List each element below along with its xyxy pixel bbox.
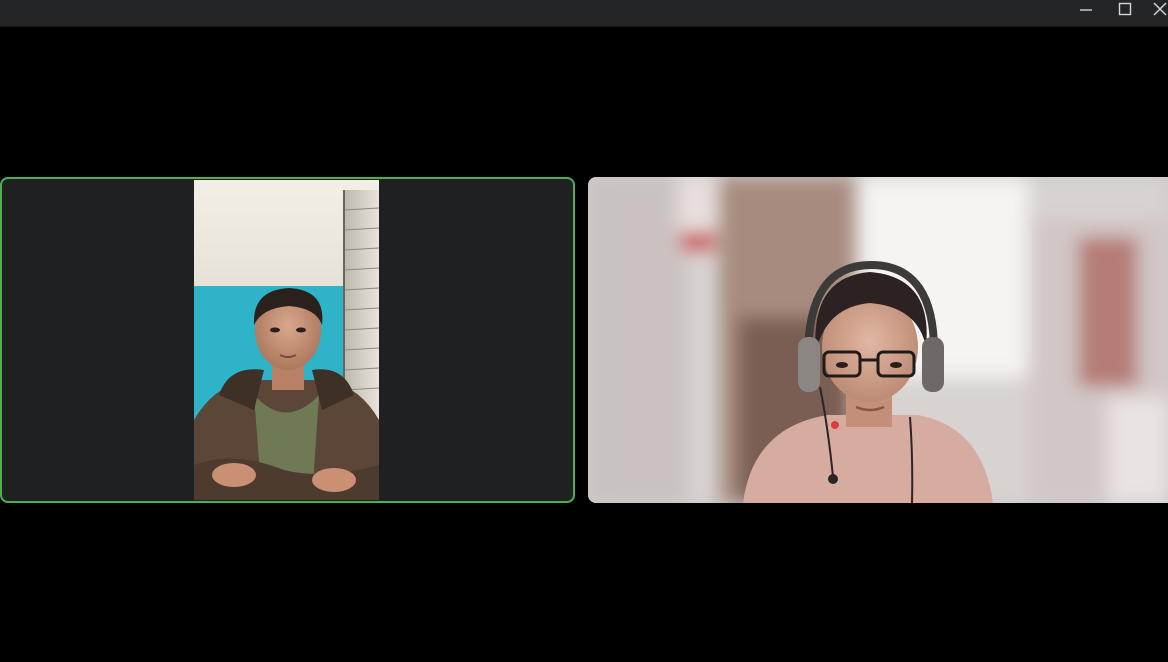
minimize-button[interactable] (1074, 0, 1098, 18)
close-button[interactable] (1152, 0, 1168, 18)
meeting-window (0, 0, 1168, 662)
maximize-button[interactable] (1113, 0, 1137, 18)
minimize-icon (1080, 9, 1092, 11)
close-icon (1153, 2, 1167, 16)
video-gallery (0, 26, 1168, 662)
title-bar[interactable] (0, 0, 1168, 27)
participant-video-feed (588, 177, 1168, 503)
participant-video-tile-active-speaker[interactable] (0, 177, 575, 503)
maximize-icon (1118, 2, 1132, 16)
participant-video-feed (194, 180, 379, 500)
participant-camera-image (194, 180, 379, 500)
participant-video-tile[interactable] (588, 177, 1168, 503)
participant-camera-image (588, 177, 1168, 503)
